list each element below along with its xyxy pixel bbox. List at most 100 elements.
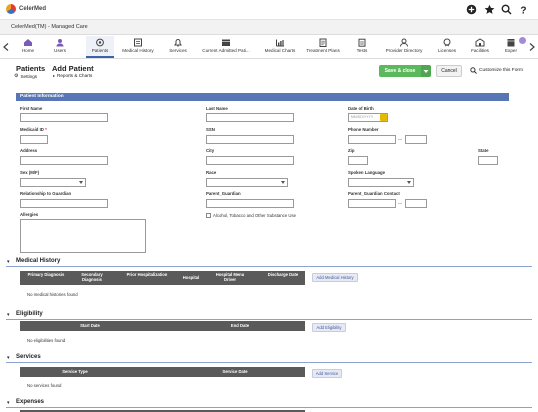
search-icon[interactable] <box>501 4 512 15</box>
nav-tests[interactable]: Tests <box>350 36 374 58</box>
col-end-date: End Date <box>230 322 250 328</box>
collapse-icon[interactable]: ▾ <box>7 355 10 361</box>
spoken-language-select[interactable] <box>348 178 414 187</box>
tests-icon <box>358 38 366 47</box>
relationship-label: Relationship to Guardian <box>20 191 72 196</box>
licenses-icon <box>443 38 451 47</box>
sex-label: Sex (M/F) <box>20 170 40 175</box>
page-title: Add Patient <box>52 64 94 73</box>
eligibility-table-header: Start Date End Date <box>20 321 305 331</box>
add-circle-icon[interactable] <box>466 4 477 15</box>
chevron-left-icon[interactable] <box>3 43 9 51</box>
customize-form-link[interactable]: Customize this Form <box>470 67 523 74</box>
add-service-button[interactable]: Add Service <box>312 369 342 378</box>
star-icon[interactable] <box>484 4 495 15</box>
treatment-icon <box>319 38 327 47</box>
state-label: State <box>478 148 489 153</box>
medical-history-icon <box>134 38 142 47</box>
cancel-button[interactable]: Cancel <box>436 65 462 77</box>
add-eligibility-button[interactable]: Add Eligibility <box>312 323 346 332</box>
col-secondary-diagnosis: Secondary Diagnosis <box>81 272 103 282</box>
col-service-type: Service Type <box>62 368 88 374</box>
save-close-button[interactable]: Save & close <box>379 65 421 77</box>
services-rule <box>6 362 532 363</box>
sex-select[interactable] <box>20 178 86 187</box>
services-empty: No services found <box>27 383 62 388</box>
admitted-icon <box>222 39 230 46</box>
phone-area-input[interactable] <box>348 135 396 144</box>
city-input[interactable] <box>206 156 294 165</box>
nav-medical-history[interactable]: Medical History <box>118 36 158 58</box>
dob-label: Date of Birth <box>348 106 374 111</box>
add-medical-history-button[interactable]: Add Medical History <box>312 273 358 282</box>
bell-icon <box>174 39 182 47</box>
nav-services[interactable]: Services <box>163 36 193 58</box>
parent-contact-area-input[interactable] <box>348 199 396 208</box>
services-table-header: Service Type Service Date <box>20 367 305 377</box>
col-prior-hospitalization: Prior Hospitalization <box>126 272 168 277</box>
nav-patients[interactable]: Patients <box>86 36 114 58</box>
notification-badge <box>519 37 526 44</box>
first-name-label: First Name <box>20 106 43 111</box>
top-bar: CelerMed ? <box>0 0 538 20</box>
col-start-date: Start Date <box>80 322 100 328</box>
settings-link[interactable]: ⚙ Settings <box>14 73 37 79</box>
expenses-icon <box>507 39 515 47</box>
eligibility-empty: No eligibilities found <box>27 338 66 343</box>
col-hospital: Hospital <box>182 274 200 280</box>
breadcrumb-patients[interactable]: Patients <box>16 64 45 73</box>
expenses-rule <box>6 407 532 408</box>
zip-label: Zip <box>348 148 355 153</box>
nav-provider-directory[interactable]: Provider Directory <box>381 36 427 58</box>
zip-input[interactable] <box>348 156 368 165</box>
parent-contact-number-input[interactable] <box>405 199 427 208</box>
chevron-down-icon <box>423 70 429 73</box>
relationship-input[interactable] <box>20 199 108 208</box>
eligibility-rule <box>6 319 532 320</box>
collapse-icon[interactable]: ▾ <box>7 259 10 265</box>
svg-text:?: ? <box>520 6 526 15</box>
col-service-date: Service Date <box>222 368 248 374</box>
nav-medical-charts[interactable]: Medical Charts <box>262 36 298 58</box>
calendar-icon[interactable] <box>380 114 387 121</box>
nav-users[interactable]: Users <box>46 36 74 58</box>
nav-licenses[interactable]: Licenses <box>433 36 461 58</box>
phone-number-input[interactable] <box>405 135 427 144</box>
ssn-input[interactable] <box>206 135 294 144</box>
nav-facilities[interactable]: Facilities <box>466 36 494 58</box>
contact-separator: — <box>398 200 402 205</box>
nav-home[interactable]: Home <box>14 36 42 58</box>
race-select[interactable] <box>206 178 288 187</box>
alcohol-checkbox[interactable] <box>206 213 211 218</box>
phone-separator: — <box>398 136 402 141</box>
address-input[interactable] <box>20 156 108 165</box>
help-icon[interactable]: ? <box>518 4 529 15</box>
save-options-dropdown[interactable] <box>421 65 431 77</box>
collapse-icon[interactable]: ▾ <box>7 312 10 318</box>
home-icon <box>24 39 32 46</box>
alcohol-checkbox-label: Alcohol, Tobacco and Other Substance Use <box>213 213 297 218</box>
col-hospital-menu-driver: Hospital Menu Driver <box>215 272 245 282</box>
users-icon <box>56 39 64 47</box>
last-name-input[interactable] <box>206 113 294 122</box>
first-name-input[interactable] <box>20 113 108 122</box>
allergies-textarea[interactable] <box>20 219 146 253</box>
collapse-icon[interactable]: ▾ <box>7 400 10 406</box>
celermed-logo[interactable]: CelerMed <box>6 4 46 14</box>
address-label: Address <box>20 148 38 153</box>
facilities-icon <box>475 38 485 47</box>
patient-information-heading: Patient Information <box>16 93 509 101</box>
reports-charts-link[interactable]: ▸ Reports & Charts <box>53 73 92 78</box>
spoken-language-label: Spoken Language <box>348 170 386 175</box>
medicaid-id-input[interactable] <box>20 135 48 144</box>
medical-history-empty: No medical histories found <box>27 292 78 297</box>
app-subtitle: CelerMed(TM) - Managed Care <box>0 20 538 35</box>
chevron-right-icon[interactable] <box>529 43 535 51</box>
nav-treatment-plans[interactable]: Treatment Plans <box>303 36 343 58</box>
parent-guardian-input[interactable] <box>206 199 294 208</box>
col-primary-diagnosis: Primary Diagnosis <box>27 272 65 277</box>
state-input[interactable] <box>478 156 498 165</box>
race-label: Race <box>206 170 217 175</box>
city-label: City <box>206 148 215 153</box>
nav-current-admitted[interactable]: Current Admitted Pati... <box>198 36 254 58</box>
